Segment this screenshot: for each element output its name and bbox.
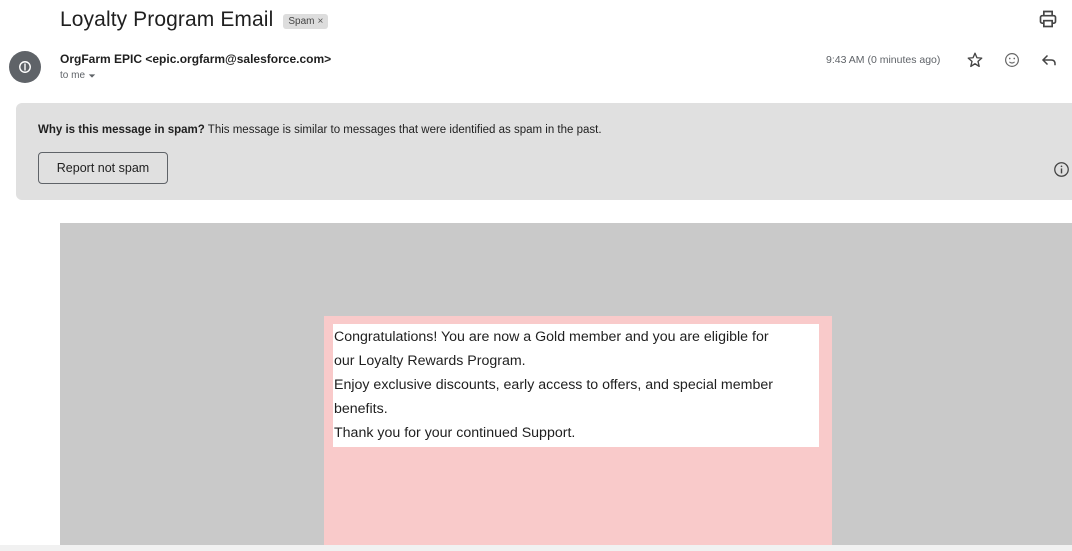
remove-label-button[interactable]: × bbox=[317, 16, 323, 27]
spam-warning-banner: Why is this message in spam? This messag… bbox=[16, 103, 1072, 200]
timestamp: 9:43 AM (0 minutes ago) bbox=[826, 54, 941, 66]
message-text-box: Congratulations! You are now a Gold memb… bbox=[333, 324, 819, 447]
body-line: Thank you for your continued Support. bbox=[334, 425, 576, 441]
caret-down-icon bbox=[88, 73, 96, 78]
reply-icon[interactable] bbox=[1040, 51, 1058, 69]
email-subject: Loyalty Program Email bbox=[60, 8, 274, 31]
body-line: our Loyalty Rewards Program. bbox=[334, 353, 526, 369]
email-body-content: Congratulations! You are now a Gold memb… bbox=[60, 223, 1072, 545]
body-line: benefits. bbox=[334, 401, 388, 417]
info-icon[interactable] bbox=[1053, 161, 1070, 178]
spam-label-text: Spam bbox=[288, 15, 315, 27]
spam-reason-message: This message is similar to messages that… bbox=[204, 124, 602, 136]
emoji-reaction-icon[interactable] bbox=[1003, 51, 1021, 69]
body-line: Congratulations! You are now a Gold memb… bbox=[334, 329, 769, 345]
subject-row: Loyalty Program Email Spam × bbox=[60, 4, 329, 36]
spam-reason-title: Why is this message in spam? bbox=[38, 124, 205, 136]
avatar[interactable] bbox=[9, 51, 41, 83]
recipient-label: to me bbox=[60, 70, 86, 81]
bottom-divider bbox=[0, 545, 1072, 551]
print-icon[interactable] bbox=[1038, 9, 1058, 29]
message-panel: Congratulations! You are now a Gold memb… bbox=[324, 316, 832, 545]
spam-reason-text: Why is this message in spam? This messag… bbox=[38, 124, 602, 136]
sender-block: OrgFarm EPIC <epic.orgfarm@salesforce.co… bbox=[60, 52, 331, 81]
star-icon[interactable] bbox=[966, 51, 984, 69]
sender-name: OrgFarm EPIC <epic.orgfarm@salesforce.co… bbox=[60, 52, 332, 66]
person-icon bbox=[19, 61, 31, 73]
report-not-spam-button[interactable]: Report not spam bbox=[38, 152, 168, 184]
spam-label-chip: Spam × bbox=[283, 13, 329, 29]
recipient-dropdown[interactable]: to me bbox=[60, 70, 331, 81]
body-line: Enjoy exclusive discounts, early access … bbox=[334, 377, 773, 393]
